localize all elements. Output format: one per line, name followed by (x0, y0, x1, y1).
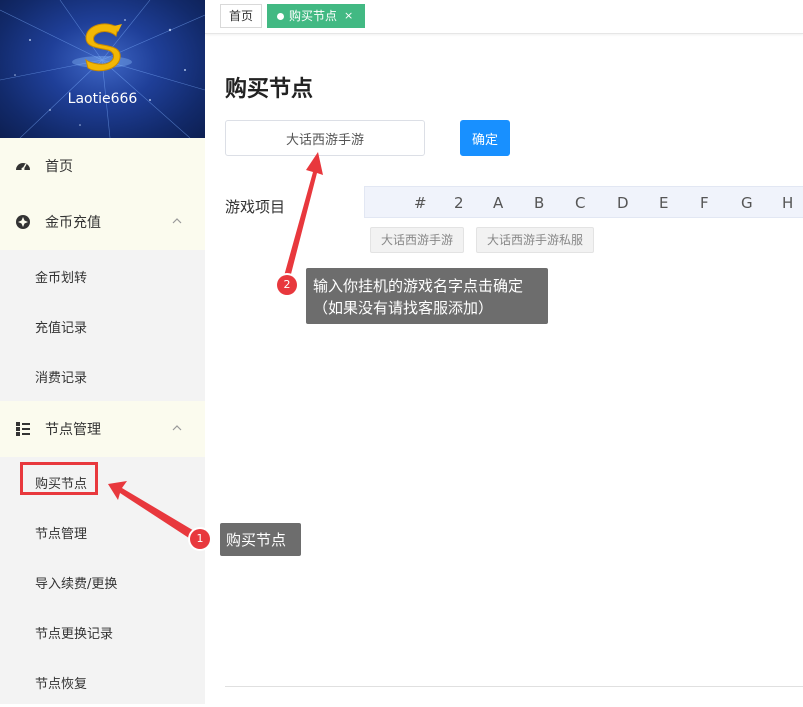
annotation-callout-1: 购买节点 (220, 523, 301, 556)
callout-text-line2: （如果没有请找客服添加） (313, 299, 494, 317)
annotation-badge-1: 1 (190, 529, 210, 549)
annotation-badge-2: 2 (277, 275, 297, 295)
annotation-callout-2: 输入你挂机的游戏名字点击确定 （如果没有请找客服添加） (306, 268, 548, 324)
arrow-2 (284, 152, 323, 278)
callout-text: 购买节点 (226, 531, 287, 549)
arrow-1 (108, 481, 196, 540)
callout-text-line1: 输入你挂机的游戏名字点击确定 (313, 277, 524, 295)
annotation-arrows (108, 152, 323, 540)
